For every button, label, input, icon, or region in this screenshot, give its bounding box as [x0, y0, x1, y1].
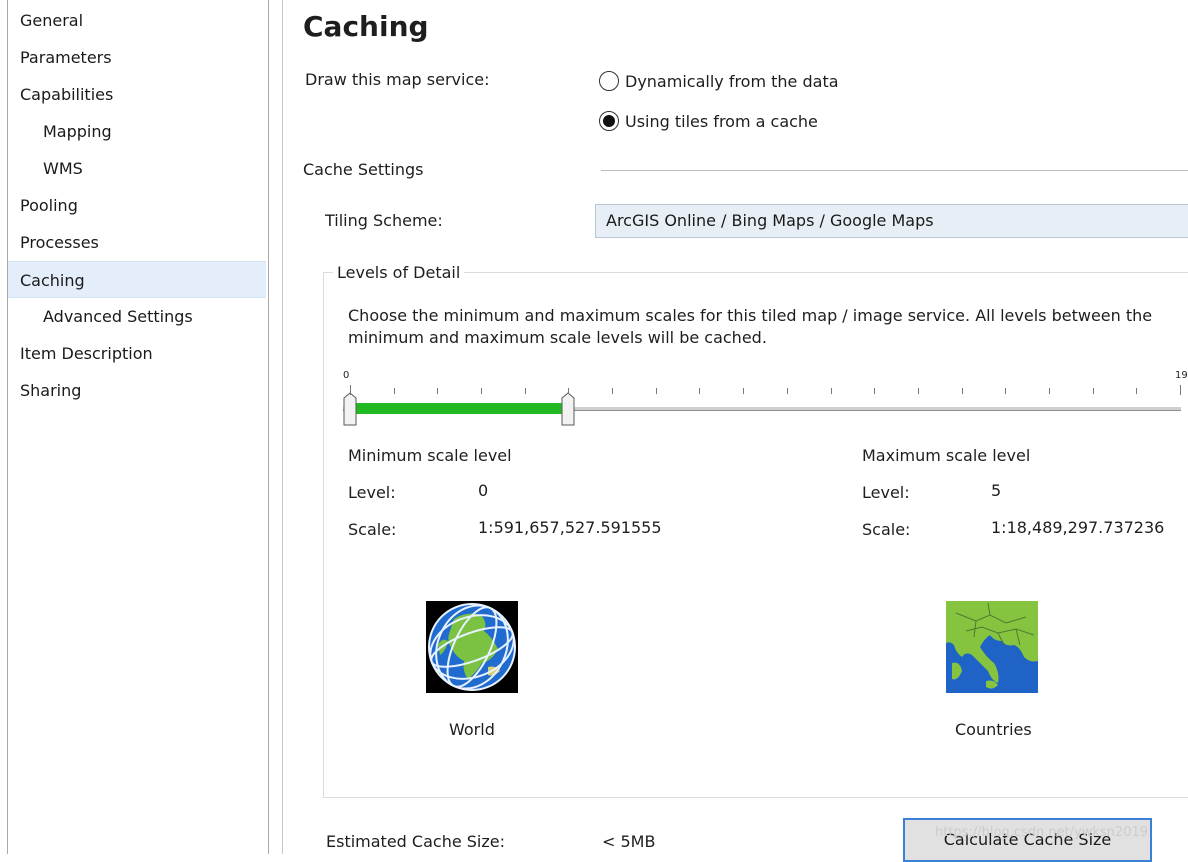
- slider-tick: [1180, 385, 1181, 395]
- radio-button[interactable]: [599, 71, 619, 91]
- slider-tick: [961, 388, 963, 394]
- max-scale-heading: Maximum scale level: [862, 446, 1031, 465]
- slider-tick: [786, 388, 788, 394]
- slider-tick: [1048, 388, 1050, 394]
- page-title: Caching: [303, 10, 429, 43]
- min-scale-label: Scale:: [348, 520, 397, 539]
- min-level-value: 0: [478, 481, 489, 500]
- slider-tick: [874, 388, 876, 394]
- tiling-scheme-label: Tiling Scheme:: [325, 211, 443, 230]
- slider-tick: [481, 388, 483, 394]
- sidebar-item-processes[interactable]: Processes: [8, 224, 266, 261]
- slider-tick: [612, 388, 614, 394]
- slider-max-thumb[interactable]: [561, 392, 575, 426]
- radio-label: Using tiles from a cache: [625, 111, 818, 131]
- draw-service-label: Draw this map service:: [305, 70, 490, 89]
- levels-of-detail-legend: Levels of Detail: [333, 263, 465, 282]
- slider-tick: [524, 388, 526, 394]
- radio-label: Dynamically from the data: [625, 71, 839, 91]
- sidebar-item-sharing[interactable]: Sharing: [8, 372, 266, 409]
- slider-max-label: 19: [1175, 370, 1188, 381]
- slider-tick: [1136, 388, 1138, 394]
- sidebar-item-capabilities[interactable]: Capabilities: [8, 76, 266, 113]
- levels-description: Choose the minimum and maximum scales fo…: [348, 306, 1153, 347]
- world-thumbnail-label: World: [449, 720, 495, 739]
- max-level-label: Level:: [862, 483, 910, 502]
- sidebar-item-item-description[interactable]: Item Description: [8, 335, 266, 372]
- globe-icon: [426, 601, 518, 693]
- sidebar-item-caching[interactable]: Caching: [8, 261, 266, 298]
- cache-settings-heading: Cache Settings: [303, 160, 424, 179]
- caching-panel: Caching Draw this map service: Dynamical…: [283, 0, 1188, 862]
- radio-tiles-cache[interactable]: Using tiles from a cache: [599, 111, 818, 131]
- sidebar-item-wms[interactable]: WMS: [8, 150, 266, 187]
- slider-tick: [393, 388, 395, 394]
- slider-tick: [917, 388, 919, 394]
- sidebar-item-general[interactable]: General: [8, 2, 266, 39]
- slider-min-thumb[interactable]: [343, 392, 357, 426]
- min-level-label: Level:: [348, 483, 396, 502]
- slider-tick: [699, 388, 701, 394]
- radio-dynamic[interactable]: Dynamically from the data: [599, 71, 839, 91]
- section-separator: [601, 170, 1188, 171]
- max-scale-label: Scale:: [862, 520, 911, 539]
- slider-tick: [1092, 388, 1094, 394]
- estimated-size-label: Estimated Cache Size:: [326, 832, 505, 851]
- slider-tick: [437, 388, 439, 394]
- sidebar: General Parameters Capabilities Mapping …: [7, 0, 269, 854]
- slider-tick: [743, 388, 745, 394]
- slider-selected-range: [352, 403, 569, 414]
- max-level-value: 5: [991, 481, 1002, 500]
- max-scale-value: 1:18,489,297.737236: [991, 518, 1165, 537]
- sidebar-item-parameters[interactable]: Parameters: [8, 39, 266, 76]
- watermark: https://blog.csdn.net/ywksn2019: [935, 825, 1149, 840]
- countries-map-icon: [946, 601, 1038, 693]
- countries-thumbnail-label: Countries: [955, 720, 1032, 739]
- tiling-scheme-select[interactable]: ArcGIS Online / Bing Maps / Google Maps: [595, 204, 1188, 238]
- slider-tick: [568, 388, 570, 394]
- min-scale-heading: Minimum scale level: [348, 446, 512, 465]
- slider-tick: [655, 388, 657, 394]
- slider-tick: [1005, 388, 1007, 394]
- sidebar-item-pooling[interactable]: Pooling: [8, 187, 266, 224]
- sidebar-item-advanced-settings[interactable]: Advanced Settings: [8, 298, 266, 335]
- slider-tick: [350, 385, 351, 395]
- radio-button-checked[interactable]: [599, 111, 619, 131]
- slider-min-label: 0: [343, 370, 350, 381]
- estimated-size-value: < 5MB: [602, 832, 656, 851]
- scale-level-slider[interactable]: 0 19: [343, 370, 1188, 430]
- slider-tick: [830, 388, 832, 394]
- sidebar-item-mapping[interactable]: Mapping: [8, 113, 266, 150]
- min-scale-value: 1:591,657,527.591555: [478, 518, 662, 537]
